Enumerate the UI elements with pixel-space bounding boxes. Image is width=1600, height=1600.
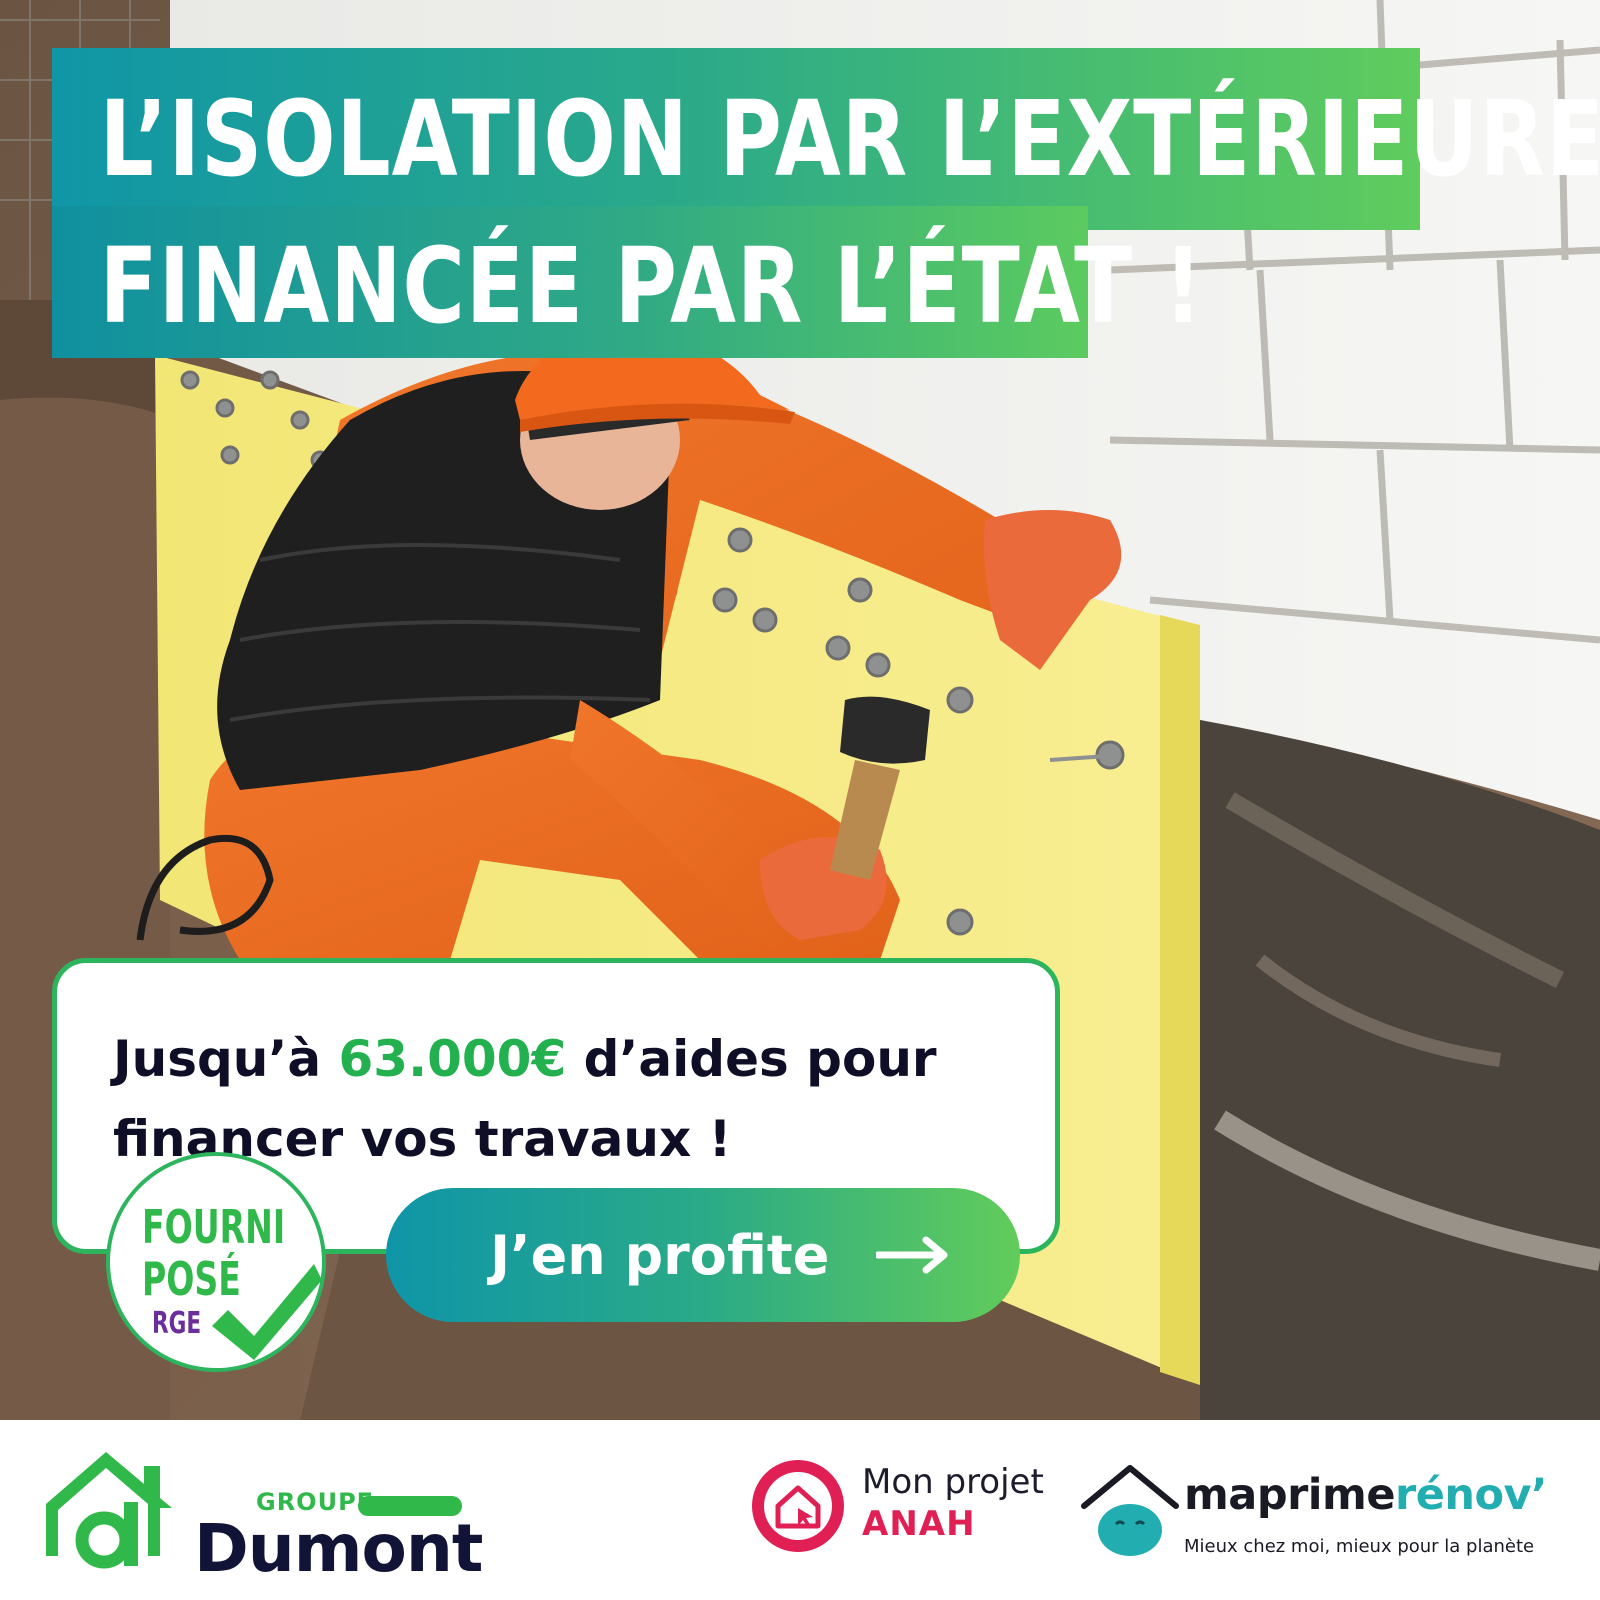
- cta-label: J’en profite: [490, 1223, 830, 1287]
- maprimerenov-name: maprimerénov’: [1184, 1470, 1547, 1520]
- headline-line-1: L’ISOLATION PAR L’EXTÉRIEURE: [99, 78, 1600, 200]
- dumont-name: Dumont: [194, 1510, 483, 1587]
- cta-button[interactable]: J’en profite: [386, 1188, 1020, 1322]
- anah-line-1: Mon projet: [862, 1462, 1044, 1502]
- rge-badge: FOURNI POSÉ RGE: [106, 1152, 326, 1372]
- house-cursor-icon: [752, 1460, 844, 1552]
- arrow-right-icon: [876, 1236, 948, 1274]
- footer: GROUPE Dumont Mon projet ANAH maprimerén…: [0, 1420, 1600, 1600]
- maprimerenov-name-part-1: maprime: [1184, 1470, 1396, 1520]
- dumont-house-icon: [46, 1452, 172, 1569]
- offer-prefix: Jusqu’à: [113, 1030, 339, 1088]
- offer-amount: 63.000€: [338, 1030, 567, 1088]
- rge-badge-line-3: RGE: [152, 1306, 202, 1341]
- maprimerenov-logo[interactable]: maprimerénov’ Mieux chez moi, mieux pour…: [1080, 1442, 1580, 1582]
- headline-banner-bottom: FINANCÉE PAR L’ÉTAT !: [52, 206, 1203, 358]
- maprimerenov-tagline: Mieux chez moi, mieux pour la planète: [1184, 1536, 1535, 1557]
- groupe-dumont-logo[interactable]: GROUPE Dumont: [40, 1446, 483, 1587]
- headline-banner-top: L’ISOLATION PAR L’EXTÉRIEURE: [52, 48, 1600, 230]
- headline-line-2: FINANCÉE PAR L’ÉTAT !: [99, 225, 1204, 347]
- rge-badge-line-1: FOURNI: [142, 1200, 286, 1254]
- offer-text: Jusqu’à 63.000€ d’aides pour financer vo…: [113, 1019, 1033, 1179]
- checkmark-icon: [212, 1264, 322, 1360]
- anah-line-2: ANAH: [862, 1504, 976, 1544]
- house-roof-icon: [1081, 1465, 1179, 1556]
- maprimerenov-name-part-2: rénov’: [1395, 1470, 1547, 1520]
- mon-projet-anah-logo[interactable]: Mon projet ANAH: [748, 1448, 1068, 1578]
